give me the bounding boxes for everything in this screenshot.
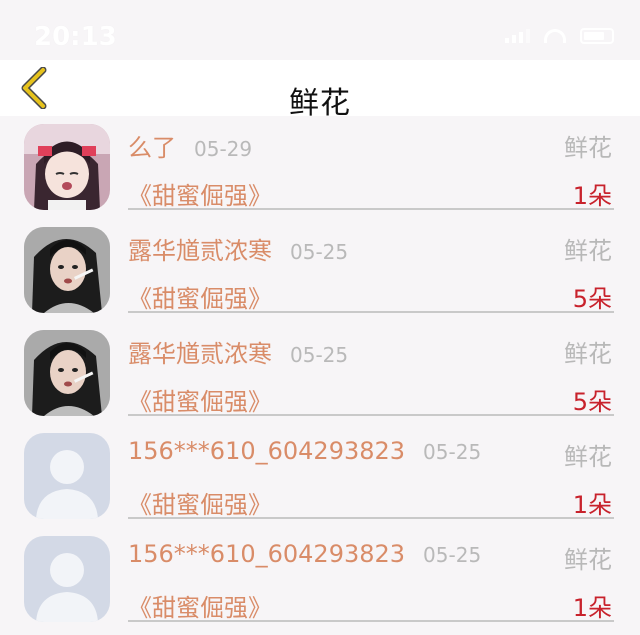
book-title[interactable]: 《甜蜜倔强》 bbox=[128, 279, 272, 314]
divider bbox=[128, 414, 614, 416]
sender-name-text: 露华馗贰浓寒 bbox=[128, 340, 272, 368]
flower-record-list: 么了 05-29 鲜花 《甜蜜倔强》 1朵 露华馗贰浓寒 05-25 鲜花 《甜… bbox=[0, 116, 640, 631]
list-item[interactable]: 156***610_604293823 05-25 鲜花 《甜蜜倔强》 1朵 bbox=[0, 425, 640, 528]
send-date: 05-29 bbox=[194, 137, 253, 161]
book-title[interactable]: 《甜蜜倔强》 bbox=[128, 588, 272, 623]
status-time: 20:13 bbox=[34, 22, 117, 52]
gift-quantity: 5朵 bbox=[572, 388, 612, 416]
gift-quantity: 5朵 bbox=[572, 285, 612, 313]
sender-name-text: 露华馗贰浓寒 bbox=[128, 237, 272, 265]
gift-quantity: 1朵 bbox=[572, 594, 612, 622]
status-bar: 20:13 bbox=[0, 0, 640, 60]
sender-name: 露华馗贰浓寒 05-25 bbox=[128, 231, 348, 266]
book-title[interactable]: 《甜蜜倔强》 bbox=[128, 485, 272, 520]
send-date: 05-25 bbox=[290, 240, 349, 264]
send-date: 05-25 bbox=[290, 343, 349, 367]
gift-type: 鲜花 bbox=[564, 134, 612, 162]
default-user-avatar bbox=[24, 536, 110, 622]
divider bbox=[128, 517, 614, 519]
send-date: 05-25 bbox=[423, 543, 482, 567]
anime-girl-avatar bbox=[24, 124, 110, 210]
gift-type: 鲜花 bbox=[564, 546, 612, 574]
book-title[interactable]: 《甜蜜倔强》 bbox=[128, 176, 272, 211]
sender-name-text: 156***610_604293823 bbox=[128, 437, 406, 465]
wifi-icon bbox=[544, 29, 566, 43]
sender-name: 156***610_604293823 05-25 bbox=[128, 437, 481, 465]
battery-icon bbox=[580, 28, 614, 44]
default-user-avatar bbox=[24, 433, 110, 519]
sender-name: 156***610_604293823 05-25 bbox=[128, 540, 481, 568]
divider bbox=[128, 311, 614, 313]
photo-woman-avatar bbox=[24, 330, 110, 416]
sender-name: 么了 05-29 bbox=[128, 128, 252, 163]
book-title[interactable]: 《甜蜜倔强》 bbox=[128, 382, 272, 417]
sender-name-text: 么了 bbox=[128, 134, 176, 162]
send-date: 05-25 bbox=[423, 440, 482, 464]
gift-quantity: 1朵 bbox=[572, 491, 612, 519]
list-item[interactable]: 么了 05-29 鲜花 《甜蜜倔强》 1朵 bbox=[0, 116, 640, 219]
gift-type: 鲜花 bbox=[564, 340, 612, 368]
photo-woman-avatar bbox=[24, 227, 110, 313]
gift-type: 鲜花 bbox=[564, 237, 612, 265]
signal-icon bbox=[505, 29, 530, 43]
sender-name: 露华馗贰浓寒 05-25 bbox=[128, 334, 348, 369]
gift-type: 鲜花 bbox=[564, 443, 612, 471]
sender-name-text: 156***610_604293823 bbox=[128, 540, 406, 568]
status-icons bbox=[505, 28, 614, 44]
list-item[interactable]: 156***610_604293823 05-25 鲜花 《甜蜜倔强》 1朵 bbox=[0, 528, 640, 631]
list-item[interactable]: 露华馗贰浓寒 05-25 鲜花 《甜蜜倔强》 5朵 bbox=[0, 219, 640, 322]
divider bbox=[128, 208, 614, 210]
divider bbox=[128, 620, 614, 622]
list-item[interactable]: 露华馗贰浓寒 05-25 鲜花 《甜蜜倔强》 5朵 bbox=[0, 322, 640, 425]
nav-bar: 鲜花 bbox=[0, 60, 640, 121]
gift-quantity: 1朵 bbox=[572, 182, 612, 210]
